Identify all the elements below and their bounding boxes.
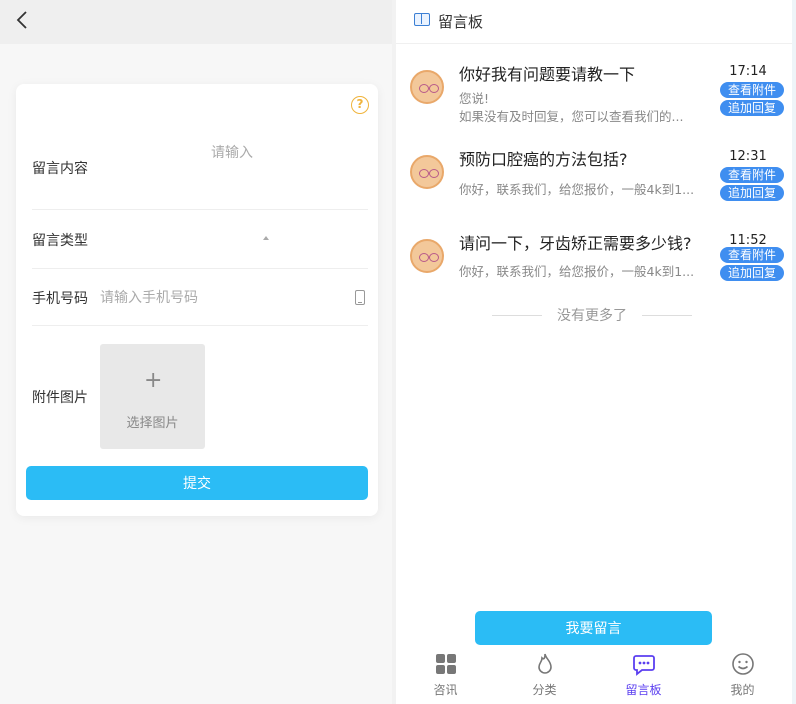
tab-message-board[interactable]: 留言板: [594, 648, 693, 704]
page-title: 留言板: [438, 13, 484, 31]
chevron-left-icon: [16, 11, 27, 29]
submit-button[interactable]: 提交: [26, 466, 368, 500]
message-title: 请问一下，牙齿矫正需要多少钱?: [459, 234, 692, 253]
add-reply-button[interactable]: 追加回复: [720, 265, 784, 281]
type-select[interactable]: [98, 222, 368, 254]
board-header: 留言板: [396, 0, 792, 44]
view-attachment-button[interactable]: 查看附件: [720, 82, 784, 98]
tab-label: 咨讯: [433, 683, 458, 697]
phone-input[interactable]: [100, 287, 340, 309]
grid-icon: [436, 654, 456, 674]
tab-news[interactable]: 咨讯: [396, 648, 495, 704]
chat-bubble-icon: [633, 655, 655, 676]
message-time: 11:52: [729, 233, 767, 248]
choose-image-label: 选择图片: [126, 416, 179, 431]
message-time: 17:14: [729, 64, 767, 79]
message-item[interactable]: 你好我有问题要请教一下 您说! 如果没有及时回复，您可以查看我们的... 17:…: [396, 60, 792, 142]
add-reply-button[interactable]: 追加回复: [720, 185, 784, 201]
plus-icon: +: [144, 368, 163, 393]
message-time: 12:31: [729, 149, 767, 164]
content-input[interactable]: [98, 124, 366, 204]
book-icon: [414, 13, 430, 26]
message-form-screen: ? 留言内容 留言类型 手机号码 附件图片 + 选择图片 提交: [0, 0, 394, 704]
choose-image-button[interactable]: + 选择图片: [100, 344, 205, 449]
divider: [32, 268, 368, 269]
message-board-screen: 留言板 你好我有问题要请教一下 您说! 如果没有及时回复，您可以查看我们的...…: [396, 0, 792, 704]
type-label: 留言类型: [32, 233, 88, 249]
divider: [32, 209, 368, 210]
fire-icon: [538, 653, 552, 674]
message-reply-preview: 你好，联系我们，给您报价，一般4k到1...: [459, 264, 695, 279]
caret-up-icon: [263, 236, 269, 240]
smiley-icon: [732, 653, 754, 675]
screen-edge: [792, 0, 796, 704]
back-button[interactable]: [10, 6, 34, 34]
view-attachment-button[interactable]: 查看附件: [720, 247, 784, 263]
attachment-label: 附件图片: [32, 390, 88, 406]
tab-label: 留言板: [625, 683, 662, 697]
avatar: [410, 70, 444, 104]
bottom-tab-bar: 咨讯 分类 留言板 我的: [396, 648, 792, 704]
avatar: [410, 155, 444, 189]
form-card: ? 留言内容 留言类型 手机号码 附件图片 + 选择图片 提交: [16, 84, 378, 516]
tab-label: 分类: [532, 683, 557, 697]
add-reply-button[interactable]: 追加回复: [720, 100, 784, 116]
message-title: 预防口腔癌的方法包括?: [459, 150, 628, 169]
divider: [642, 315, 692, 316]
no-more-indicator: 没有更多了: [492, 305, 692, 327]
message-title: 你好我有问题要请教一下: [459, 65, 636, 84]
phone-icon: [355, 290, 365, 305]
tab-label: 我的: [730, 683, 755, 697]
tab-mine[interactable]: 我的: [693, 648, 792, 704]
top-bar: [0, 0, 394, 44]
divider: [32, 325, 368, 326]
message-reply-first-line: 您说!: [459, 91, 490, 106]
message-item[interactable]: 预防口腔癌的方法包括? 你好，联系我们，给您报价，一般4k到1... 12:31…: [396, 145, 792, 227]
content-label: 留言内容: [32, 161, 88, 177]
help-icon[interactable]: ?: [351, 96, 369, 114]
tab-category[interactable]: 分类: [495, 648, 594, 704]
message-reply-preview: 你好，联系我们，给您报价，一般4k到1...: [459, 182, 695, 197]
leave-message-button[interactable]: 我要留言: [475, 611, 712, 645]
view-attachment-button[interactable]: 查看附件: [720, 167, 784, 183]
message-reply-preview: 如果没有及时回复，您可以查看我们的...: [459, 109, 684, 124]
message-item[interactable]: 请问一下，牙齿矫正需要多少钱? 你好，联系我们，给您报价，一般4k到1... 1…: [396, 229, 792, 311]
avatar: [410, 239, 444, 273]
phone-label: 手机号码: [32, 291, 88, 307]
